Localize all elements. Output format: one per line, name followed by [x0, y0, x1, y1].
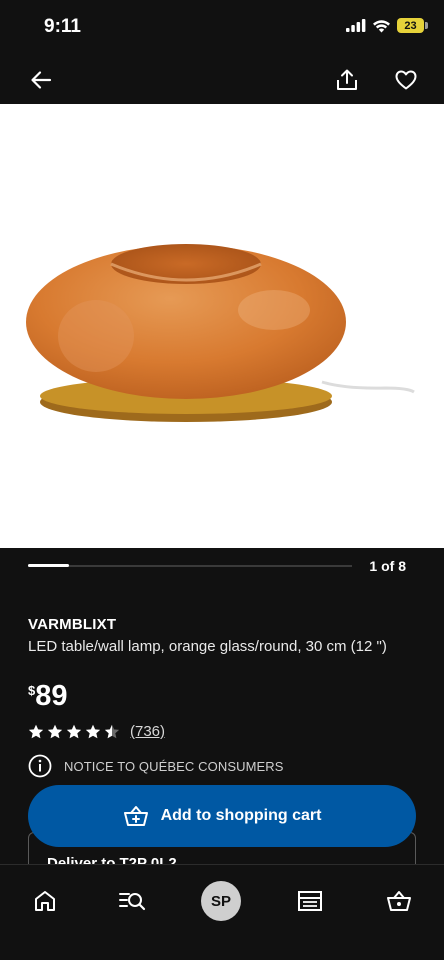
back-arrow-icon: [31, 71, 52, 89]
battery-level: 23: [404, 19, 417, 32]
product-description: LED table/wall lamp, orange glass/round,…: [28, 638, 387, 655]
price-value: 89: [35, 680, 68, 712]
review-count-link[interactable]: (736): [130, 723, 165, 740]
add-to-cart-button[interactable]: Add to shopping cart: [28, 785, 416, 847]
star-icon: [28, 724, 44, 739]
cellular-signal-icon: [346, 19, 366, 32]
status-bar: 9:11 23: [0, 0, 444, 56]
avatar: SP: [201, 881, 241, 921]
star-icon: [66, 724, 82, 739]
price-currency: $: [28, 683, 36, 698]
status-time: 9:11: [44, 16, 81, 37]
battery-indicator: 23: [397, 18, 428, 33]
product-image[interactable]: [0, 104, 444, 548]
bottom-tab-bar: SP: [0, 864, 444, 960]
quebec-notice-link[interactable]: NOTICE TO QUÉBEC CONSUMERS: [28, 754, 284, 778]
carousel-progress-fill: [28, 564, 69, 567]
back-button[interactable]: [25, 64, 57, 96]
top-nav-bar: [0, 56, 444, 104]
star-icon: [104, 724, 120, 739]
lamp-image: [26, 244, 415, 422]
carousel-counter: 1 of 8: [369, 558, 406, 574]
wifi-icon: [373, 19, 390, 32]
tab-stores[interactable]: [288, 879, 332, 923]
star-rating: [28, 724, 120, 739]
avatar-initials: SP: [210, 892, 231, 910]
basket-icon: [387, 891, 411, 911]
add-to-cart-label: Add to shopping cart: [160, 807, 322, 824]
info-icon: [28, 754, 52, 778]
share-icon: [337, 69, 357, 90]
star-icon: [85, 724, 101, 739]
share-button[interactable]: [331, 64, 363, 96]
product-name: VARMBLIXT: [28, 616, 117, 633]
status-icons: 23: [346, 18, 428, 33]
star-icon: [47, 724, 63, 739]
image-carousel-indicator: 1 of 8: [0, 548, 444, 590]
cart-add-icon: [123, 806, 148, 826]
search-list-icon: [119, 893, 146, 911]
heart-icon: [395, 70, 417, 90]
tab-cart[interactable]: [377, 879, 421, 923]
notice-label: NOTICE TO QUÉBEC CONSUMERS: [64, 758, 284, 774]
store-icon: [298, 891, 322, 911]
tab-home[interactable]: [23, 879, 67, 923]
carousel-progress-track: [28, 564, 352, 567]
favorite-button[interactable]: [390, 64, 422, 96]
tab-profile[interactable]: SP: [199, 879, 243, 923]
tab-search[interactable]: [110, 879, 154, 923]
price: $ 89: [28, 680, 68, 712]
rating[interactable]: (736): [28, 723, 165, 740]
home-icon: [35, 891, 55, 911]
